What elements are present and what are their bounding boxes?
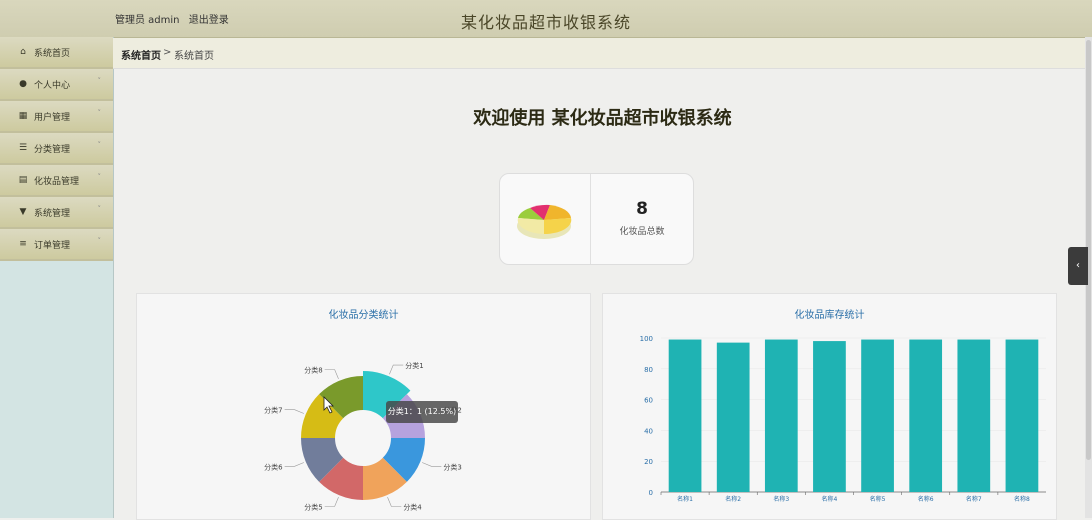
chevron-down-icon: ˅	[97, 109, 102, 117]
pie-label-line	[422, 462, 442, 467]
stat-label: 化妆品总数	[619, 227, 665, 237]
sidebar-item-1[interactable]: ● 个人中心 ˅	[0, 69, 113, 101]
bar[interactable]	[957, 339, 991, 492]
pie-label-line	[389, 364, 404, 375]
pie-slice-label: 分类7	[264, 406, 282, 415]
breadcrumb-separator: >	[163, 47, 172, 58]
breadcrumb: 系统首页 > 系统首页	[113, 38, 1092, 69]
pie-slice-label: 分类1	[405, 361, 423, 370]
category-chart-panel: 化妆品分类统计 分类1分类2分类3分类4分类5分类6分类7分类8	[136, 293, 591, 520]
sidebar-item-label: 个人中心	[34, 80, 71, 91]
y-tick-label: 100	[640, 335, 653, 343]
pie-slice-label: 分类8	[304, 366, 322, 375]
home-icon: ⌂	[20, 47, 26, 57]
pie-slice-label: 分类6	[264, 462, 283, 471]
funnel-icon: ▼	[19, 207, 27, 217]
stat-divider	[590, 174, 591, 264]
y-tick-label: 0	[649, 489, 653, 497]
clipboard-icon: ▤	[18, 175, 28, 185]
stat-value: 8	[636, 199, 648, 219]
breadcrumb-home[interactable]: 系统首页	[121, 47, 161, 62]
pie-slice-label: 分类3	[443, 462, 461, 471]
sidebar-item-label: 系统管理	[34, 208, 71, 219]
x-tick-label: 名称3	[773, 495, 789, 503]
bar[interactable]	[716, 342, 750, 492]
pie-label-line	[284, 462, 304, 467]
x-tick-label: 名称6	[918, 495, 934, 503]
stock-chart-panel: 化妆品库存统计 0 20 40 60 80 100 名称1 名称2 名称3 名称4 名称5 名称6 名称…	[602, 293, 1057, 520]
pie-chart-icon	[517, 204, 572, 239]
x-tick-label: 名称4	[822, 495, 838, 503]
sidebar-item-4[interactable]: ▤ 化妆品管理 ˅	[0, 165, 113, 197]
chevron-down-icon: ˅	[97, 205, 102, 213]
pie-label-line	[324, 369, 339, 379]
sidebar-item-0[interactable]: ⌂ 系统首页	[0, 37, 113, 69]
pie-slice-label: 分类4	[403, 502, 422, 511]
sidebar-item-3[interactable]: ☰ 分类管理 ˅	[0, 133, 113, 165]
stat-card: 8 化妆品总数	[499, 173, 694, 265]
bar[interactable]	[861, 339, 894, 492]
sidebar-item-label: 订单管理	[34, 240, 71, 251]
sidebar-item-label: 系统首页	[34, 48, 71, 59]
sidebar: ⌂ 系统首页 ● 个人中心 ˅ ▦ 用户管理 ˅ ☰ 分类管理 ˅ ▤ 化妆品管理 ˅ ▼ 系统管理 ˅ ≡ 订单管…	[0, 37, 114, 518]
sidebar-item-label: 化妆品管理	[34, 176, 80, 187]
y-tick-label: 80	[644, 366, 653, 374]
bar[interactable]	[668, 339, 702, 492]
sidebar-item-label: 用户管理	[34, 112, 71, 123]
chevron-down-icon: ˅	[97, 237, 102, 245]
breadcrumb-current: 系统首页	[174, 51, 214, 62]
x-tick-label: 名称8	[1014, 495, 1030, 503]
y-tick-label: 20	[644, 458, 653, 466]
pie-chart: 分类1分类2分类3分类4分类5分类6分类7分类8	[264, 361, 462, 511]
grid-icon: ▦	[18, 111, 28, 121]
y-tick-label: 60	[644, 397, 653, 405]
x-tick-label: 名称7	[966, 495, 982, 503]
bar-chart: 0 20 40 60 80 100 名称1 名称2 名称3 名称4 名称5 名称6 名称7 名称8	[640, 335, 1046, 503]
x-tick-label: 名称5	[870, 495, 886, 503]
bar[interactable]	[764, 339, 798, 492]
x-tick-label: 名称2	[725, 495, 741, 503]
x-tick-label: 名称1	[677, 495, 693, 503]
sidebar-item-2[interactable]: ▦ 用户管理 ˅	[0, 101, 113, 133]
welcome-heading: 欢迎使用 某化妆品超市收银系统	[473, 108, 732, 129]
chevron-down-icon: ˅	[97, 77, 102, 85]
chevron-down-icon: ˅	[97, 141, 102, 149]
sidebar-item-6[interactable]: ≡ 订单管理 ˅	[0, 229, 113, 261]
user-icon: ●	[19, 79, 27, 89]
pie-slice-label: 分类5	[304, 502, 322, 511]
pie-label-line	[284, 409, 304, 414]
y-tick-label: 40	[644, 427, 653, 435]
bar[interactable]	[813, 341, 846, 492]
pie-label-line	[387, 497, 402, 507]
list-icon: ≡	[19, 239, 27, 249]
chevron-left-icon: ‹	[1076, 260, 1080, 271]
sidebar-item-5[interactable]: ▼ 系统管理 ˅	[0, 197, 113, 229]
chevron-down-icon: ˅	[97, 173, 102, 181]
top-bar: 管理员 admin 退出登录 某化妆品超市收银系统	[0, 0, 1092, 38]
bar[interactable]	[909, 339, 943, 492]
bar[interactable]	[1005, 339, 1039, 492]
collapse-toggle-button[interactable]: ‹	[1068, 247, 1088, 285]
pie-tooltip: 分类1：1 (12.5%)	[386, 401, 458, 423]
sidebar-item-label: 分类管理	[34, 144, 71, 155]
app-title: 某化妆品超市收银系统	[460, 13, 631, 32]
sliders-icon: ☰	[18, 143, 28, 153]
pie-label-line	[324, 497, 339, 507]
